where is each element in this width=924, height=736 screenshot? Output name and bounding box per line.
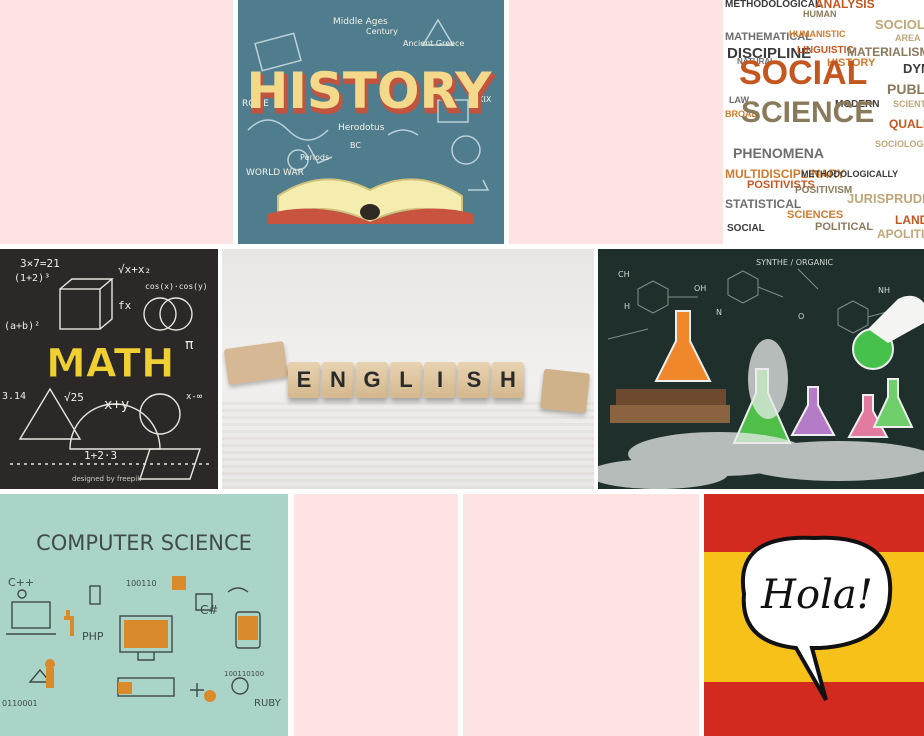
social-science-image: METHODOLOGICALANALYSISHUMANSOCIOLOGYMATH… <box>725 0 924 244</box>
cs-label-ruby: RUBY <box>254 698 282 709</box>
history-note-century: Century <box>366 27 398 36</box>
wrench-icon <box>64 610 74 636</box>
english-image: ENGLISH <box>222 249 594 489</box>
word-cloud-word: HUMANISTIC <box>789 29 846 39</box>
history-image: Middle Ages Century Ancient Greece ROME … <box>238 0 504 244</box>
letter-tiles-row: ENGLISH <box>288 362 524 398</box>
letter-tile: E <box>288 362 320 398</box>
math-formula-2: (1+2)³ <box>14 273 50 284</box>
word-cloud-word: POSITIVISM <box>795 185 853 196</box>
cs-label-csharp: C# <box>200 603 218 617</box>
math-formula-6: fx <box>118 299 132 312</box>
math-formula-4: (a+b)² <box>4 321 40 332</box>
word-cloud-word: DYNAMIC <box>903 61 924 76</box>
word-cloud-word: SOCIAL <box>739 54 868 92</box>
letter-tile: H <box>492 362 524 398</box>
history-note-greece: Ancient Greece <box>403 39 464 48</box>
history-note-world-war: WORLD WAR <box>246 168 304 178</box>
chem-note-1: SYNTHE / ORGANIC <box>756 258 834 267</box>
word-cloud-word: JURISPRUDENCE <box>847 191 924 206</box>
letter-tile: N <box>322 362 354 398</box>
history-title: HISTORY <box>246 62 492 120</box>
math-formula-12: x-∞ <box>186 392 203 402</box>
cs-title: COMPUTER SCIENCE <box>36 531 252 555</box>
empty-pink-tile-1 <box>0 0 233 244</box>
chem-note-5: H <box>624 302 630 311</box>
hola-greeting: Hola! <box>761 572 873 618</box>
gear-icon <box>204 690 216 702</box>
chemistry-illustration: SYNTHE / ORGANIC CH OH NH H O N <box>598 249 924 489</box>
letter-tile: L <box>390 362 422 398</box>
history-note-herodotus: Herodotus <box>338 123 385 133</box>
cs-label-binary-2: 100110100 <box>224 670 264 678</box>
math-formula-11: 3.14 <box>2 391 26 402</box>
word-cloud-word: SCIENCES <box>787 209 844 221</box>
math-formula-7: π <box>185 337 194 353</box>
word-cloud-word: SOCIOLOGY <box>875 17 924 32</box>
math-formula-10: 1+2·3 <box>84 449 117 462</box>
word-cloud-word: APOLITICAL <box>877 227 924 241</box>
letter-tile: G <box>356 362 388 398</box>
math-illustration: 3×7=21 (1+2)³ √x+x₂ (a+b)² cos(x)·cos(y)… <box>2 257 210 483</box>
social-science-word-cloud: METHODOLOGICALANALYSISHUMANSOCIOLOGYMATH… <box>725 0 924 244</box>
history-note-periods: Periods <box>300 153 329 162</box>
chemistry-image: SYNTHE / ORGANIC CH OH NH H O N <box>598 249 924 489</box>
book-stack-icon <box>616 389 726 405</box>
word-cloud-word: SOCIOLOGICAL <box>875 139 924 149</box>
word-cloud-word: QUALITATIVE <box>889 117 924 131</box>
chem-note-6: O <box>798 312 804 321</box>
word-cloud-word: LAND <box>895 213 924 227</box>
letter-tile: I <box>424 362 456 398</box>
cs-label-cpp: C++ <box>8 576 34 589</box>
freepik-credit: designed by freepik <box>72 475 142 483</box>
cs-label-binary-3: 0110001 <box>2 699 38 708</box>
history-illustration: Middle Ages Century Ancient Greece ROME … <box>242 17 496 224</box>
history-note-bc: BC <box>350 141 361 150</box>
monitor-icon <box>124 620 168 648</box>
history-note-middle-ages: Middle Ages <box>333 17 388 27</box>
math-formula-5: cos(x)·cos(y) <box>145 282 208 291</box>
chem-note-3: OH <box>694 284 706 293</box>
word-cloud-word: PUBLIC <box>887 81 924 97</box>
math-formula-8: √25 <box>64 391 84 404</box>
empty-pink-tile-3 <box>294 494 458 736</box>
phone-icon <box>238 616 258 640</box>
math-image: 3×7=21 (1+2)³ √x+x₂ (a+b)² cos(x)·cos(y)… <box>0 249 218 489</box>
chem-note-4: NH <box>878 286 890 295</box>
chem-note-7: N <box>716 308 722 317</box>
empty-pink-tile-2 <box>509 0 723 244</box>
person-icon <box>46 668 54 688</box>
word-cloud-word: POLITICAL <box>815 221 874 233</box>
math-formula-1: 3×7=21 <box>20 257 60 270</box>
word-cloud-word: SCIENTISTS <box>893 99 924 109</box>
computer-science-image: COMPUTER SCIENCE C++ 100110 C# PHP RUBY <box>0 494 288 736</box>
letter-tile: S <box>458 362 490 398</box>
word-cloud-word: AREA <box>895 33 921 43</box>
word-cloud-word: SCIENCE <box>741 96 875 129</box>
math-formula-9: x+y <box>104 397 129 413</box>
hand-icon <box>118 682 132 694</box>
computer-science-illustration: COMPUTER SCIENCE C++ 100110 C# PHP RUBY <box>2 531 282 709</box>
math-formula-3: √x+x₂ <box>118 263 151 276</box>
word-cloud-word: PHENOMENA <box>733 145 825 161</box>
word-cloud-word: HUMAN <box>803 9 837 19</box>
word-cloud-word: SOCIAL <box>727 223 765 234</box>
cs-label-binary-1: 100110 <box>126 579 157 588</box>
math-title: MATH <box>46 341 174 387</box>
word-cloud-word: METHODOLOGICALLY <box>801 169 899 179</box>
chem-note-2: CH <box>618 270 630 279</box>
empty-pink-tile-4 <box>463 494 699 736</box>
spanish-image: Hola! <box>704 494 924 736</box>
cs-label-php: PHP <box>82 630 104 643</box>
